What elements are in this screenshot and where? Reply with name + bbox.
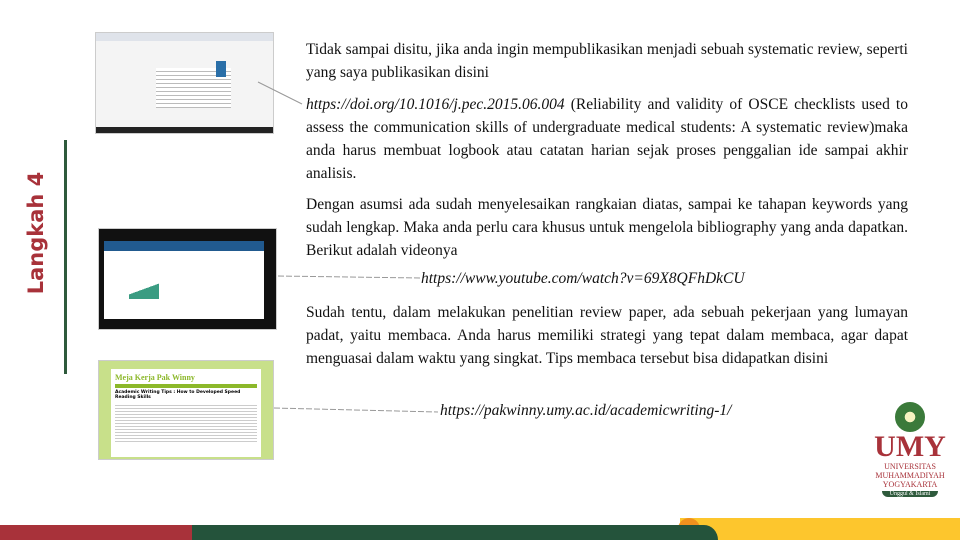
seal-icon bbox=[895, 402, 925, 432]
paragraph-4: Sudah tentu, dalam melakukan penelitian … bbox=[306, 304, 908, 367]
footer-yellow bbox=[680, 518, 960, 540]
logo-sub: YOGYAKARTA bbox=[882, 480, 938, 489]
paragraph-2: https://doi.org/10.1016/j.pec.2015.06.00… bbox=[306, 93, 908, 185]
logo-sub: UNIVERSITAS bbox=[884, 462, 936, 471]
paragraph-3: Dengan asumsi ada sudah menyelesaikan ra… bbox=[306, 196, 908, 259]
footer-green bbox=[192, 525, 718, 540]
footer-red bbox=[0, 525, 192, 540]
logo-tagline: Unggul & Islami bbox=[882, 491, 938, 497]
paragraph-1: Tidak sampai disitu, jika anda ingin mem… bbox=[306, 41, 908, 81]
youtube-link[interactable]: https://www.youtube.com/watch?v=69X8QFhD… bbox=[421, 270, 745, 288]
blog-link[interactable]: https://pakwinny.umy.ac.id/academicwriti… bbox=[440, 402, 731, 420]
logo-name: UMY bbox=[874, 430, 946, 463]
doi-link[interactable]: https://doi.org/10.1016/j.pec.2015.06.00… bbox=[306, 96, 565, 113]
logo-sub: MUHAMMADIYAH bbox=[875, 471, 945, 480]
umy-logo: UMY UNIVERSITAS MUHAMMADIYAH YOGYAKARTA … bbox=[866, 402, 954, 497]
